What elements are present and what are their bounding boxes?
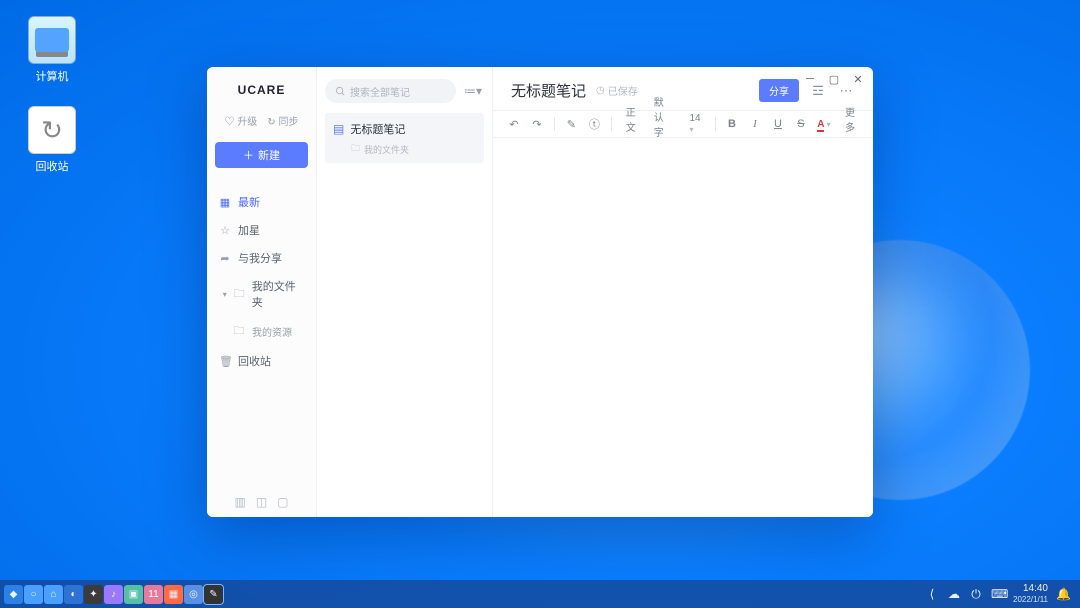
redo-icon[interactable]: ↷ xyxy=(530,118,544,131)
note-list-item[interactable]: ▤ 无标题笔记 🗀 我的文件夹 xyxy=(325,113,484,163)
layout-toggle-3[interactable]: ▢ xyxy=(277,495,288,509)
sidebar-item-recent[interactable]: ▦ 最新 xyxy=(215,188,308,216)
sidebar-item-shared[interactable]: ➦ 与我分享 xyxy=(215,244,308,272)
desktop-icon-computer[interactable]: 计算机 xyxy=(20,16,84,84)
window-close-button[interactable]: ✕ xyxy=(851,73,865,87)
editor-body xyxy=(493,138,873,517)
taskbar-app-4[interactable]: ✦ xyxy=(84,585,103,604)
star-icon: ☆ xyxy=(219,224,231,237)
undo-icon[interactable]: ↶ xyxy=(507,118,521,131)
taskbar-app-8[interactable]: ▦ xyxy=(164,585,183,604)
tray-keyboard-icon[interactable]: ⌨ xyxy=(991,587,1005,601)
folder-icon: 🗀 xyxy=(233,285,244,304)
taskbar-app-3[interactable]: ◐ xyxy=(64,585,83,604)
desktop-icon-recycle[interactable]: 回收站 xyxy=(20,106,84,174)
desktop-icon-label: 计算机 xyxy=(20,68,84,84)
editor-textarea[interactable] xyxy=(493,138,873,517)
window-maximize-button[interactable]: ▢ xyxy=(827,73,841,87)
clock-icon: ◷ xyxy=(596,85,605,96)
taskbar-app-1[interactable]: ○ xyxy=(24,585,43,604)
search-input[interactable]: 搜索全部笔记 xyxy=(325,79,456,103)
clear-format-icon[interactable]: ⓣ xyxy=(587,116,601,132)
computer-icon xyxy=(28,16,76,64)
taskbar-clock[interactable]: 14:40 2022/1/11 xyxy=(1013,583,1048,605)
underline-button[interactable]: U xyxy=(771,118,785,130)
strikethrough-button[interactable]: S xyxy=(794,118,808,130)
taskbar-app-6[interactable]: ▣ xyxy=(124,585,143,604)
chevron-down-icon: ▾ xyxy=(219,290,230,299)
sidebar-item-myresource[interactable]: 🗀 我的资源 xyxy=(215,316,308,347)
layout-toggle-2[interactable]: ◫ xyxy=(256,495,267,509)
system-tray: ⟨ ☁ ⏻ ⌨ 14:40 2022/1/11 🔔 xyxy=(925,583,1076,605)
clock-date: 2022/1/11 xyxy=(1013,594,1048,605)
app-logo: UCARE xyxy=(215,83,308,97)
tray-cloud-icon[interactable]: ☁ xyxy=(947,587,961,601)
save-status-text: 已保存 xyxy=(608,83,638,98)
start-menu-button[interactable]: ◆ xyxy=(4,585,23,604)
layout-toggle-1[interactable]: ▥ xyxy=(234,495,245,509)
taskbar-app-9[interactable]: ◎ xyxy=(184,585,203,604)
sidebar-item-label: 回收站 xyxy=(238,353,271,369)
tray-chevron-icon[interactable]: ⟨ xyxy=(925,587,939,601)
trash-icon: 🗑 xyxy=(219,355,231,368)
grid-icon: ▦ xyxy=(219,196,231,209)
share-icon: ➦ xyxy=(219,252,231,265)
font-color-button[interactable]: A ▾ xyxy=(817,118,831,130)
sidebar-item-label: 我的文件夹 xyxy=(252,278,304,310)
window-controls: ─ ▢ ✕ xyxy=(803,73,865,87)
taskbar-app-2[interactable]: ⌂ xyxy=(44,585,63,604)
desktop-icon-label: 回收站 xyxy=(20,158,84,174)
sidebar-item-label: 最新 xyxy=(238,194,260,210)
taskbar-app-5[interactable]: ♪ xyxy=(104,585,123,604)
bold-button[interactable]: B xyxy=(725,118,739,130)
taskbar: ◆ ○ ⌂ ◐ ✦ ♪ ▣ 11 ▦ ◎ ✎ ⟨ ☁ ⏻ ⌨ 14:40 202… xyxy=(0,580,1080,608)
taskbar-app-notes-active[interactable]: ✎ xyxy=(204,585,223,604)
font-size-select[interactable]: 14 xyxy=(685,113,704,135)
sidebar-item-label: 我的资源 xyxy=(252,324,292,339)
folder-icon: 🗀 xyxy=(351,141,360,157)
folder-icon: 🗀 xyxy=(233,322,245,341)
view-mode-toggle[interactable]: ≔▾ xyxy=(462,80,484,102)
sidebar: UCARE ♡ 升级 ↻ 同步 ＋ 新建 ▦ 最新 ☆ 加星 ➦ 与我分享 ▾ xyxy=(207,67,317,517)
sync-link[interactable]: ↻ 同步 xyxy=(267,113,298,128)
save-status: ◷ 已保存 xyxy=(596,83,638,98)
search-icon xyxy=(335,86,346,97)
sidebar-item-starred[interactable]: ☆ 加星 xyxy=(215,216,308,244)
document-icon: ▤ xyxy=(333,122,344,136)
editor-toolbar: ↶ ↷ ✎ ⓣ 正文 默认字体 14 B I U S A ▾ 更多 xyxy=(493,110,873,138)
share-button[interactable]: 分享 xyxy=(759,79,799,102)
plus-icon: ＋ xyxy=(243,147,254,163)
new-note-label: 新建 xyxy=(258,147,280,163)
sidebar-item-label: 加星 xyxy=(238,222,260,238)
note-list-pane: 搜索全部笔记 ≔▾ ▤ 无标题笔记 🗀 我的文件夹 xyxy=(317,67,493,517)
note-title: 无标题笔记 xyxy=(350,121,405,137)
sidebar-item-trash[interactable]: 🗑 回收站 xyxy=(215,347,308,375)
tray-notifications-icon[interactable]: 🔔 xyxy=(1056,587,1070,601)
search-placeholder: 搜索全部笔记 xyxy=(350,84,410,99)
upgrade-link[interactable]: ♡ 升级 xyxy=(225,113,258,128)
upgrade-label: 升级 xyxy=(237,117,257,128)
sidebar-item-label: 与我分享 xyxy=(238,250,282,266)
window-minimize-button[interactable]: ─ xyxy=(803,73,817,87)
editor-pane: 无标题笔记 ◷ 已保存 分享 ☲ ⋯ ↶ ↷ ✎ ⓣ 正文 默认字体 14 xyxy=(493,67,873,517)
page-title[interactable]: 无标题笔记 xyxy=(511,80,586,101)
tray-power-icon[interactable]: ⏻ xyxy=(969,587,983,601)
italic-button[interactable]: I xyxy=(748,118,762,130)
notes-app-window: ─ ▢ ✕ UCARE ♡ 升级 ↻ 同步 ＋ 新建 ▦ 最新 ☆ 加星 ➦ 与… xyxy=(207,67,873,517)
recycle-icon xyxy=(28,106,76,154)
clock-time: 14:40 xyxy=(1023,583,1048,594)
sync-label: 同步 xyxy=(278,117,298,128)
taskbar-app-7[interactable]: 11 xyxy=(144,585,163,604)
sidebar-item-myfolder[interactable]: ▾ 🗀 我的文件夹 xyxy=(215,272,308,316)
new-note-button[interactable]: ＋ 新建 xyxy=(215,142,308,168)
note-folder-label: 我的文件夹 xyxy=(364,143,409,156)
format-paint-icon[interactable]: ✎ xyxy=(564,118,578,131)
